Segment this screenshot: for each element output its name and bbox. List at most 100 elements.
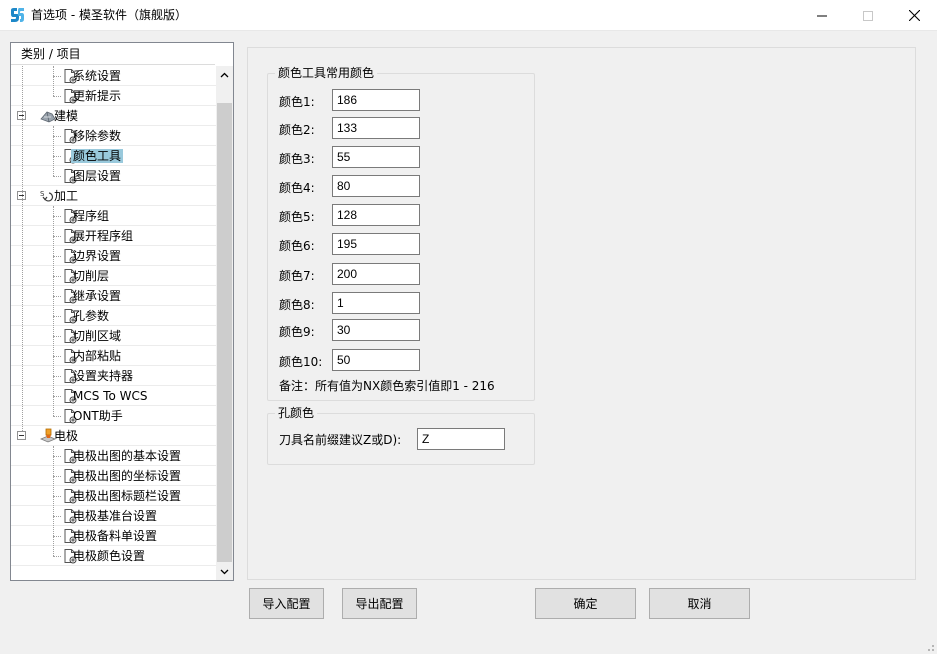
tree-item-label: 建模 (54, 109, 79, 123)
tree-item-label: 程序组 (73, 209, 110, 223)
tree-item-label: 继承设置 (73, 289, 122, 303)
ok-button[interactable]: 确定 (535, 588, 636, 619)
tree-item[interactable]: ONT助手 (11, 406, 216, 426)
color-field-label: 颜色2: (279, 123, 315, 137)
tree-connector (53, 236, 61, 237)
tree-item[interactable]: 移除参数 (11, 126, 216, 146)
tree-connector (53, 256, 61, 257)
tree-item-label: 电极基准台设置 (73, 509, 158, 523)
tree-item[interactable]: 设置夹持器 (11, 366, 216, 386)
tree-item[interactable]: 展开程序组 (11, 226, 216, 246)
minimize-icon (817, 15, 827, 16)
tree-item[interactable]: 内部粘贴 (11, 346, 216, 366)
tree-branch-line (53, 126, 54, 176)
tree-branch-line (53, 446, 54, 556)
tree-rows: 系统设置更新提示建模移除参数 颜色工具图层设置 S 加工程序组展开程序组边界设置切削层… (11, 66, 216, 580)
tree-connector (53, 296, 61, 297)
tree-connector (53, 356, 61, 357)
tree-item-label: 图层设置 (73, 169, 122, 183)
window-title: 首选项 - 模圣软件（旗舰版） (31, 8, 187, 22)
color-field-input[interactable] (332, 204, 420, 226)
close-icon (908, 10, 920, 21)
tree-item[interactable]: 电极 (11, 426, 216, 446)
tree-trunk-line (22, 66, 23, 431)
tree-item-label: 设置夹持器 (73, 369, 134, 383)
tree-item[interactable]: 切削层 (11, 266, 216, 286)
tree-scrollbar[interactable] (216, 66, 233, 580)
color-field-label: 颜色1: (279, 95, 315, 109)
color-field-input[interactable] (332, 263, 420, 285)
color-field-label: 颜色9: (279, 325, 315, 339)
tree-connector (53, 136, 61, 137)
tree-item[interactable]: 孔参数 (11, 306, 216, 326)
tree-item[interactable]: 电极出图标题栏设置 (11, 486, 216, 506)
tree-item-label: 切削层 (73, 269, 110, 283)
tree-branch-line (53, 66, 54, 96)
color-field-input[interactable] (332, 146, 420, 168)
tree-connector (53, 396, 61, 397)
color-field-label: 颜色8: (279, 298, 315, 312)
scroll-thumb[interactable] (217, 103, 232, 562)
svg-text:S: S (40, 190, 45, 198)
tree-item[interactable]: 电极基准台设置 (11, 506, 216, 526)
tree-connector (53, 276, 61, 277)
color-field-label: 颜色10: (279, 355, 323, 369)
tree-connector (53, 316, 61, 317)
color-field-label: 颜色3: (279, 152, 315, 166)
minimize-button[interactable] (799, 0, 845, 31)
tree-item[interactable]: 电极备料单设置 (11, 526, 216, 546)
export-config-button[interactable]: 导出配置 (342, 588, 417, 619)
tree-item-label: 更新提示 (73, 89, 122, 103)
collapse-toggle[interactable] (17, 431, 26, 440)
tree-connector (53, 496, 61, 497)
tree-item[interactable]: 更新提示 (11, 86, 216, 106)
resize-grip-icon[interactable] (923, 640, 935, 652)
color-field-input[interactable] (332, 349, 420, 371)
tree-item[interactable]: 继承设置 (11, 286, 216, 306)
tree-item-label: 内部粘贴 (73, 349, 122, 363)
chevron-down-icon (220, 569, 229, 574)
color-field-input[interactable] (332, 292, 420, 314)
close-button[interactable] (891, 0, 937, 31)
import-config-button[interactable]: 导入配置 (249, 588, 324, 619)
tree-connector (53, 416, 61, 417)
tool-prefix-input[interactable] (417, 428, 505, 450)
tree-connector (53, 96, 61, 97)
scroll-up-button[interactable] (216, 66, 233, 83)
tree-item[interactable]: 边界设置 (11, 246, 216, 266)
color-field-input[interactable] (332, 89, 420, 111)
tree-connector (53, 516, 61, 517)
tree-item[interactable]: 图层设置 (11, 166, 216, 186)
tree-item[interactable]: S 加工 (11, 186, 216, 206)
scroll-down-button[interactable] (216, 563, 233, 580)
tree-item[interactable]: 切削区域 (11, 326, 216, 346)
tree-item[interactable]: 建模 (11, 106, 216, 126)
color-field-input[interactable] (332, 233, 420, 255)
tree-connector (53, 156, 61, 157)
tool-prefix-label: 刀具名前缀建议Z或D): (279, 433, 402, 447)
tree-item-label: 切削区域 (73, 329, 122, 343)
tree-item-label: 系统设置 (73, 69, 122, 83)
color-field-input[interactable] (332, 175, 420, 197)
tree-item[interactable]: 系统设置 (11, 66, 216, 86)
maximize-icon (863, 10, 873, 21)
category-tree[interactable]: 类别 / 项目 系统设置 更新提示 建模 移除参数 颜色工具 图层设置 S 加工 程序组 展开程序… (10, 42, 234, 581)
tree-connector (53, 336, 61, 337)
tree-item[interactable]: 电极颜色设置 (11, 546, 216, 566)
maximize-button[interactable] (845, 0, 891, 31)
tree-item-label: MCS To WCS (73, 389, 148, 403)
color-field-input[interactable] (332, 117, 420, 139)
tree-item[interactable]: 程序组 (11, 206, 216, 226)
app-logo-icon (11, 8, 24, 22)
color-field-input[interactable] (332, 319, 420, 341)
tree-item-label: 电极出图的基本设置 (73, 449, 182, 463)
tree-item[interactable]: 电极出图的基本设置 (11, 446, 216, 466)
tree-item-label: 孔参数 (73, 309, 110, 323)
tree-item-label: 展开程序组 (73, 229, 134, 243)
tree-item[interactable]: 颜色工具 (11, 146, 216, 166)
color-index-note: 备注：所有值为NX颜色索引值即1 - 216 (279, 379, 495, 393)
tree-item[interactable]: 电极出图的坐标设置 (11, 466, 216, 486)
tree-connector (53, 556, 61, 557)
tree-item[interactable]: MCS To WCS (11, 386, 216, 406)
cancel-button[interactable]: 取消 (649, 588, 750, 619)
